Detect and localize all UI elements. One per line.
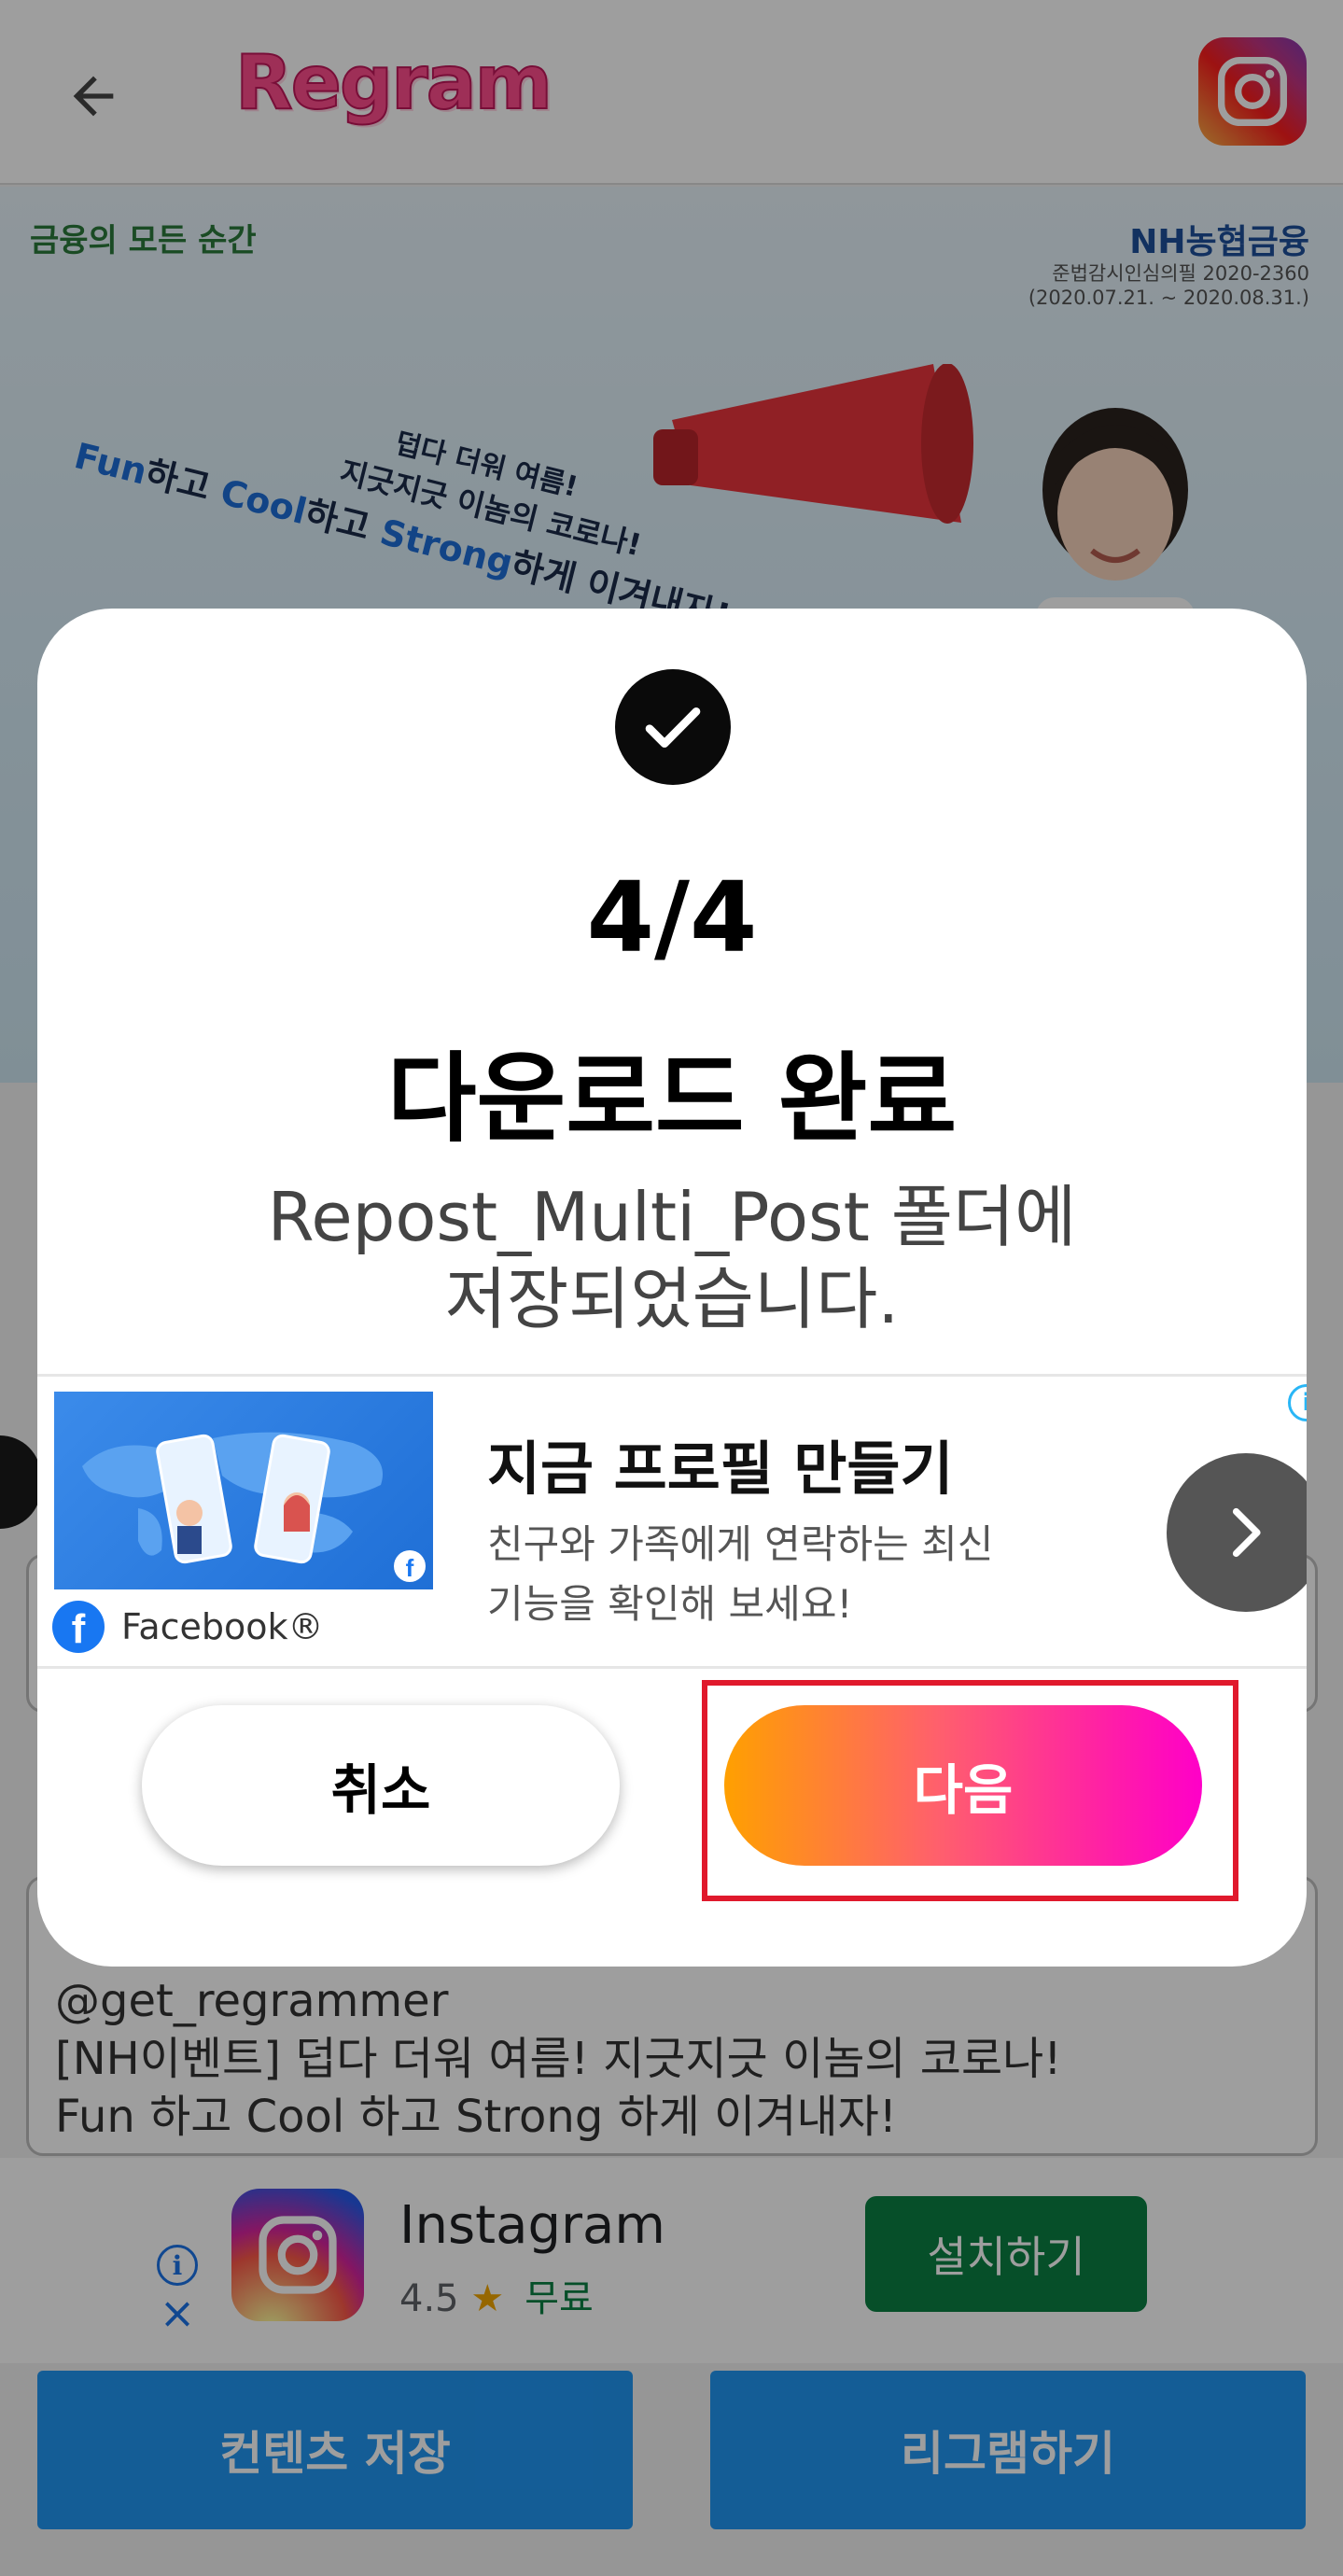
facebook-icon: f [52, 1601, 105, 1653]
ad-headline: 지금 프로필 만들기 [487, 1435, 954, 1503]
dialog-message-line-1: Repost_Multi_Post 폴더에 [267, 1178, 1077, 1256]
ad-choices-icon[interactable]: i [1288, 1384, 1307, 1421]
dialog-message: Repost_Multi_Post 폴더에 저장되었습니다. [37, 1176, 1307, 1340]
world-map-illustration [82, 1432, 383, 1564]
ad-brand-row: f Facebook® [52, 1599, 324, 1655]
download-count: 4/4 [586, 861, 758, 974]
facebook-small-icon: f [394, 1550, 426, 1582]
ad-desc-line-2: 기능을 확인해 보세요! [487, 1581, 853, 1627]
facebook-ad[interactable]: f f Facebook® 지금 프로필 만들기 친구와 가족에게 연락하는 최… [37, 1374, 1307, 1669]
dialog-title: 다운로드 완료 [386, 1042, 958, 1155]
ad-description: 친구와 가족에게 연락하는 최신 기능을 확인해 보세요! [487, 1515, 1066, 1634]
ad-next-button[interactable] [1167, 1453, 1307, 1612]
check-circle-icon [615, 669, 731, 785]
chevron-right-icon [1232, 1507, 1261, 1558]
cancel-button[interactable]: 취소 [142, 1705, 620, 1866]
ad-image: f [54, 1392, 433, 1589]
ad-brand: Facebook® [121, 1606, 324, 1647]
next-button-highlight [702, 1680, 1238, 1901]
ad-desc-line-1: 친구와 가족에게 연락하는 최신 [487, 1521, 994, 1567]
dialog-message-line-2: 저장되었습니다. [444, 1260, 900, 1338]
